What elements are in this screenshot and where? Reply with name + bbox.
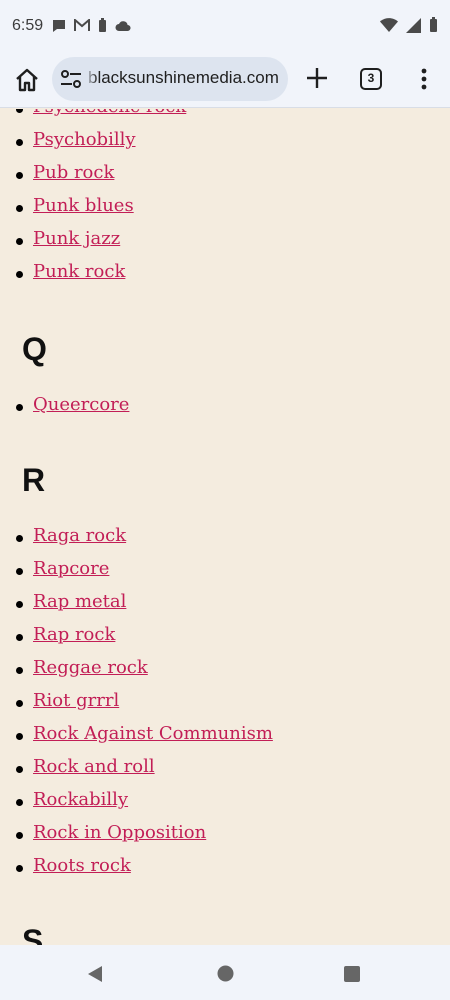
list-item: Raga rock <box>0 521 450 554</box>
bullet-icon <box>16 733 23 740</box>
genre-link[interactable]: Rock and roll <box>33 756 155 777</box>
list-item: Pub rock <box>0 158 450 191</box>
genre-link[interactable]: Queercore <box>33 394 129 415</box>
genre-link[interactable]: Psychedelic rock <box>33 109 186 117</box>
battery-icon <box>430 17 437 32</box>
list-item: Reggae rock <box>0 653 450 686</box>
list-item: Rockabilly <box>0 785 450 818</box>
status-time: 6:59 <box>12 17 44 34</box>
browser-toolbar: blacksunshinemedia.com 3 <box>0 56 450 108</box>
bullet-icon <box>16 271 23 278</box>
genre-link[interactable]: Punk blues <box>33 195 134 216</box>
list-item: Rock Against Communism <box>0 719 450 752</box>
section-heading-q: Q <box>22 331 47 367</box>
bullet-icon <box>16 700 23 707</box>
list-item: Psychobilly <box>0 125 450 158</box>
genre-link[interactable]: Raga rock <box>33 525 126 546</box>
tab-count: 3 <box>367 71 375 85</box>
url-fade <box>84 57 98 101</box>
genre-link[interactable]: Pub rock <box>33 162 114 183</box>
genre-link[interactable]: Riot grrrl <box>33 690 119 711</box>
url-bar[interactable]: blacksunshinemedia.com <box>52 57 288 101</box>
bullet-icon <box>16 109 23 113</box>
list-item: Rap rock <box>0 620 450 653</box>
list-item: Rock and roll <box>0 752 450 785</box>
genre-link[interactable]: Punk jazz <box>33 228 120 249</box>
gmail-icon <box>74 19 90 31</box>
home-circle-icon[interactable] <box>217 965 234 982</box>
genre-link[interactable]: Punk rock <box>33 261 125 282</box>
list-item: Punk jazz <box>0 224 450 257</box>
genre-link[interactable]: Psychobilly <box>33 129 136 150</box>
wifi-icon <box>380 18 398 32</box>
tabs-icon[interactable]: 3 <box>360 68 382 90</box>
bullet-icon <box>16 667 23 674</box>
battery-icon <box>99 18 106 32</box>
bullet-icon <box>16 634 23 641</box>
page-content: Psychedelic rock Psychobilly Pub rock Punk … <box>0 109 450 945</box>
genre-link[interactable]: Rock in Opposition <box>33 822 206 843</box>
genre-link[interactable]: Rapcore <box>33 558 109 579</box>
list-item: Riot grrrl <box>0 686 450 719</box>
plus-icon[interactable] <box>304 65 330 91</box>
section-heading-s: S <box>22 923 44 945</box>
section-r-list: Raga rock Rapcore Rap metal Rap rock Reggae … <box>0 521 450 884</box>
bullet-icon <box>16 404 23 411</box>
cloud-icon <box>115 20 131 31</box>
genre-link[interactable]: Rap metal <box>33 591 126 612</box>
recents-icon[interactable] <box>344 966 360 982</box>
status-bar: 6:59 <box>0 0 450 56</box>
list-item: Psychedelic rock <box>0 109 450 125</box>
genre-link[interactable]: Rap rock <box>33 624 115 645</box>
bullet-icon <box>16 205 23 212</box>
bullet-icon <box>16 172 23 179</box>
url-text[interactable]: blacksunshinemedia.com <box>88 68 279 88</box>
bullet-icon <box>16 799 23 806</box>
home-icon[interactable] <box>14 67 40 93</box>
section-heading-r: R <box>22 462 46 498</box>
bullet-icon <box>16 601 23 608</box>
more-vert-icon[interactable] <box>414 66 434 92</box>
list-item: Rapcore <box>0 554 450 587</box>
bullet-icon <box>16 139 23 146</box>
genre-link[interactable]: Rockabilly <box>33 789 128 810</box>
site-info-icon[interactable] <box>60 69 82 89</box>
bullet-icon <box>16 238 23 245</box>
genre-link[interactable]: Rock Against Communism <box>33 723 273 744</box>
bullet-icon <box>16 865 23 872</box>
system-nav-bar <box>0 945 450 1000</box>
signal-icon <box>406 17 421 33</box>
genre-link[interactable]: Reggae rock <box>33 657 148 678</box>
section-q-list: Queercore <box>0 390 450 423</box>
list-item: Queercore <box>0 390 450 423</box>
bullet-icon <box>16 568 23 575</box>
list-item: Rock in Opposition <box>0 818 450 851</box>
genre-link[interactable]: Roots rock <box>33 855 131 876</box>
list-item: Punk blues <box>0 191 450 224</box>
bullet-icon <box>16 535 23 542</box>
list-item: Rap metal <box>0 587 450 620</box>
bullet-icon <box>16 766 23 773</box>
list-item: Roots rock <box>0 851 450 884</box>
section-p-list: Psychedelic rock Psychobilly Pub rock Punk … <box>0 109 450 290</box>
list-item: Punk rock <box>0 257 450 290</box>
chat-icon <box>53 19 65 32</box>
bullet-icon <box>16 832 23 839</box>
back-icon[interactable] <box>87 965 103 983</box>
